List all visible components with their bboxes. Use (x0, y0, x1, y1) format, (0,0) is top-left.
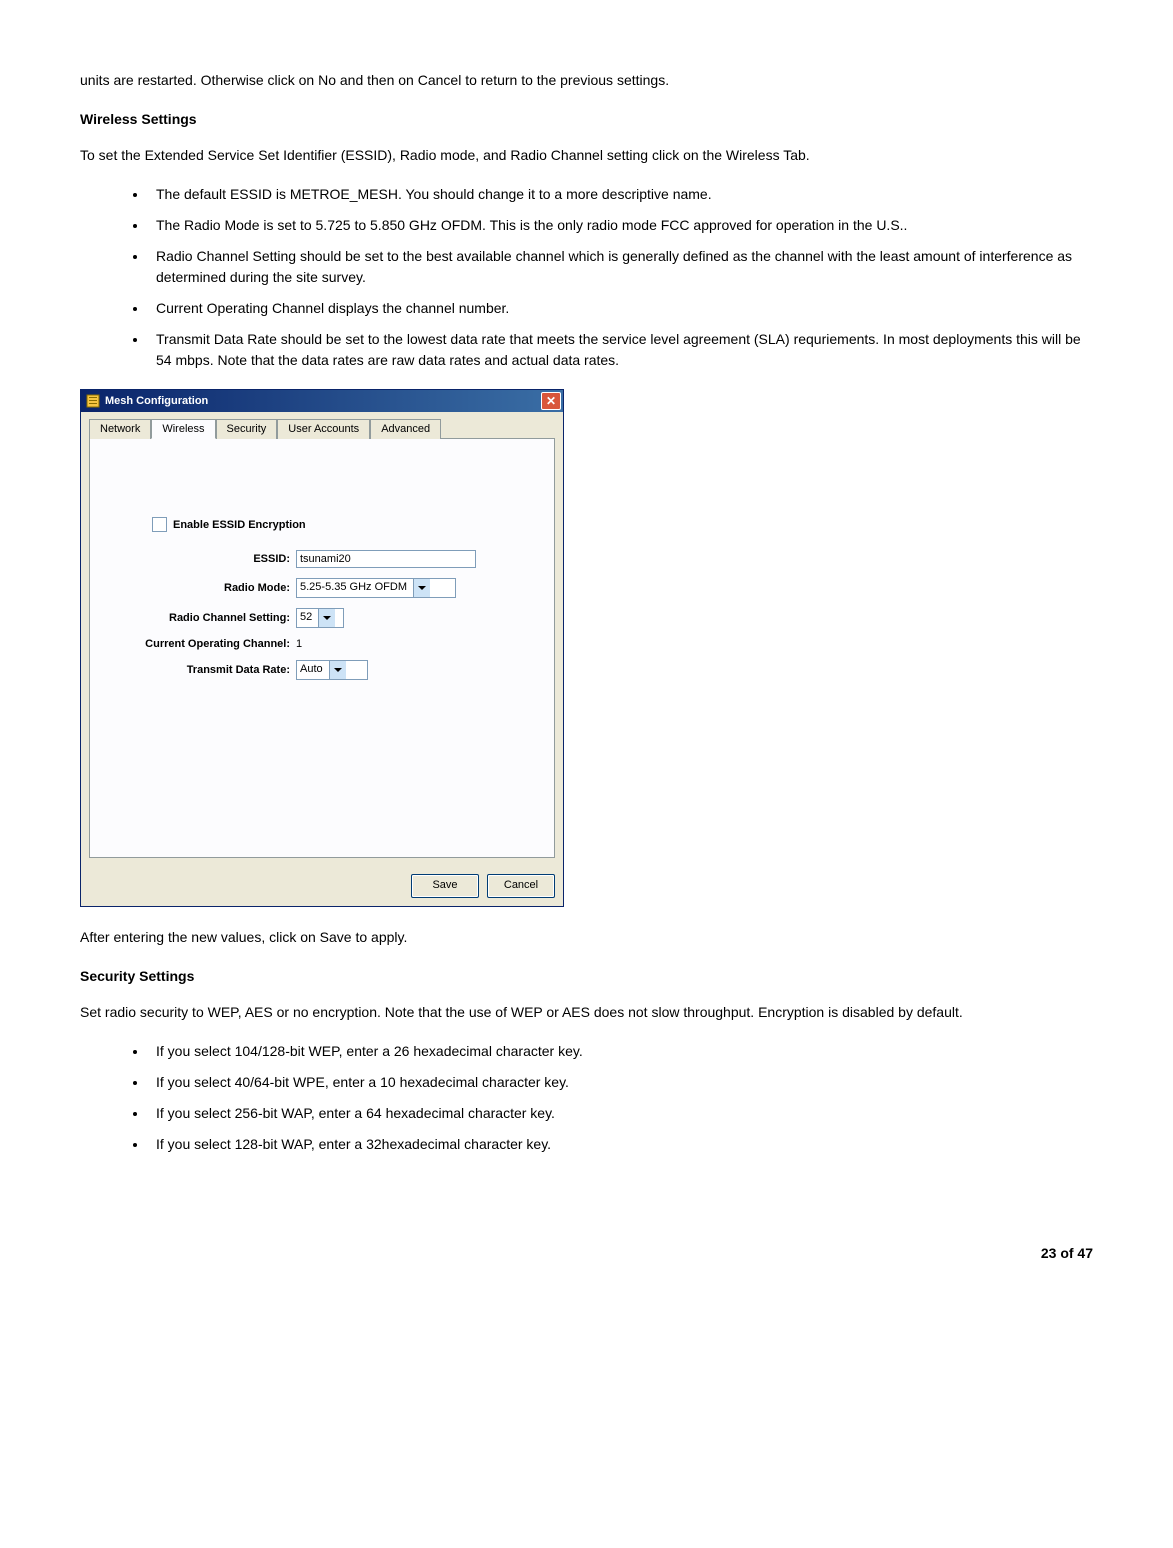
tab-wireless[interactable]: Wireless (151, 419, 215, 439)
essid-input[interactable] (296, 550, 476, 568)
list-item: Current Operating Channel displays the c… (148, 298, 1093, 319)
tab-user-accounts[interactable]: User Accounts (277, 419, 370, 439)
current-channel-label: Current Operating Channel: (110, 638, 290, 650)
dialog-body: Network Wireless Security User Accounts … (81, 412, 563, 906)
essid-label: ESSID: (110, 553, 290, 565)
enable-essid-encryption-label: Enable ESSID Encryption (173, 519, 306, 531)
transmit-rate-label: Transmit Data Rate: (110, 664, 290, 676)
chevron-down-icon (318, 609, 335, 627)
dialog-titlebar[interactable]: Mesh Configuration ✕ (81, 390, 563, 412)
list-item: If you select 40/64-bit WPE, enter a 10 … (148, 1072, 1093, 1093)
heading-security-settings: Security Settings (80, 968, 1093, 984)
page-number: 23 of 47 (80, 1245, 1093, 1261)
tab-panel-wireless: Enable ESSID Encryption ESSID: Radio Mod… (89, 439, 555, 858)
paragraph-intro: units are restarted. Otherwise click on … (80, 70, 1093, 91)
tab-network[interactable]: Network (89, 419, 151, 439)
transmit-rate-value: Auto (297, 661, 329, 679)
current-channel-value: 1 (296, 638, 302, 650)
chevron-down-icon (329, 661, 346, 679)
tab-advanced[interactable]: Advanced (370, 419, 441, 439)
radio-mode-value: 5.25-5.35 GHz OFDM (297, 579, 413, 597)
mesh-configuration-dialog: Mesh Configuration ✕ Network Wireless Se… (80, 389, 564, 907)
paragraph-after-dialog: After entering the new values, click on … (80, 927, 1093, 948)
tabstrip: Network Wireless Security User Accounts … (89, 418, 555, 439)
security-bullet-list: If you select 104/128-bit WEP, enter a 2… (80, 1041, 1093, 1155)
list-item: The Radio Mode is set to 5.725 to 5.850 … (148, 215, 1093, 236)
radio-mode-label: Radio Mode: (110, 582, 290, 594)
chevron-down-icon (413, 579, 430, 597)
list-item: Radio Channel Setting should be set to t… (148, 246, 1093, 288)
list-item: If you select 128-bit WAP, enter a 32hex… (148, 1134, 1093, 1155)
radio-channel-value: 52 (297, 609, 318, 627)
heading-wireless-settings: Wireless Settings (80, 111, 1093, 127)
dialog-footer: Save Cancel (89, 866, 555, 898)
list-item: The default ESSID is METROE_MESH. You sh… (148, 184, 1093, 205)
radio-channel-select[interactable]: 52 (296, 608, 344, 628)
list-item: Transmit Data Rate should be set to the … (148, 329, 1093, 371)
wireless-bullet-list: The default ESSID is METROE_MESH. You sh… (80, 184, 1093, 371)
enable-essid-encryption-checkbox[interactable] (152, 517, 167, 532)
tab-security[interactable]: Security (216, 419, 278, 439)
cancel-button[interactable]: Cancel (487, 874, 555, 898)
dialog-title: Mesh Configuration (105, 395, 541, 407)
radio-channel-label: Radio Channel Setting: (110, 612, 290, 624)
save-button[interactable]: Save (411, 874, 479, 898)
app-icon (85, 393, 101, 409)
paragraph-security-intro: Set radio security to WEP, AES or no enc… (80, 1002, 1093, 1023)
close-icon[interactable]: ✕ (541, 392, 561, 410)
paragraph-wireless-intro: To set the Extended Service Set Identifi… (80, 145, 1093, 166)
list-item: If you select 104/128-bit WEP, enter a 2… (148, 1041, 1093, 1062)
radio-mode-select[interactable]: 5.25-5.35 GHz OFDM (296, 578, 456, 598)
transmit-rate-select[interactable]: Auto (296, 660, 368, 680)
list-item: If you select 256-bit WAP, enter a 64 he… (148, 1103, 1093, 1124)
